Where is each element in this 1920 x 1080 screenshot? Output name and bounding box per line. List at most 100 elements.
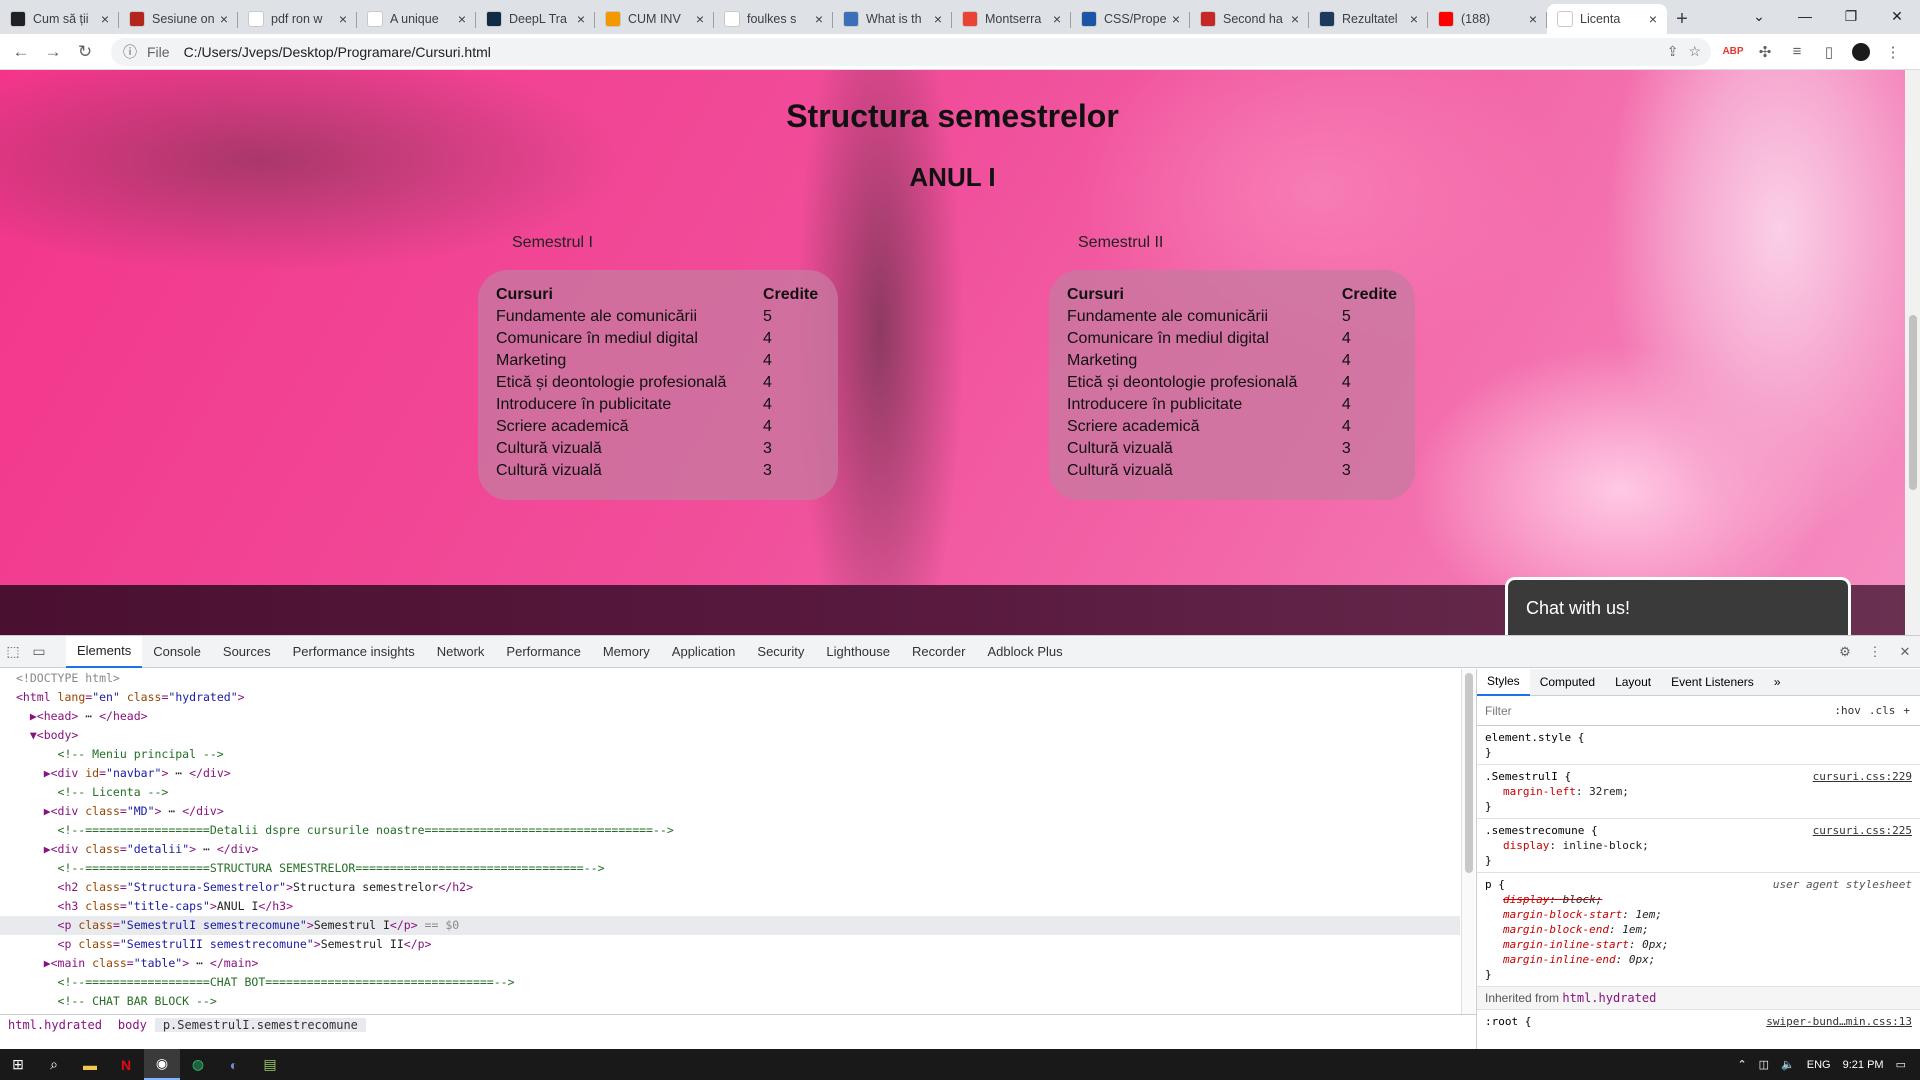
close-icon[interactable]: × [1645,11,1661,27]
tray-chevron-icon[interactable]: ⌃ [1737,1058,1746,1071]
breadcrumb-item[interactable]: body [110,1018,155,1032]
devtools-tab[interactable]: Performance [495,636,591,668]
browser-tab[interactable]: Second ha × [1190,4,1309,34]
dom-node-line[interactable]: <!-- Meniu principal --> [0,745,1460,764]
rule-source-link[interactable]: user agent stylesheet [1773,877,1912,892]
browser-tab[interactable]: foulkes s × [714,4,833,34]
close-icon[interactable]: × [1049,11,1065,27]
tab-search-button[interactable]: ⌄ [1736,0,1782,32]
css-property[interactable]: display: block; [1485,892,1912,907]
close-icon[interactable]: × [811,11,827,27]
browser-tab[interactable]: Cum să ții × [0,4,119,34]
close-window-button[interactable]: ✕ [1874,0,1920,32]
chat-widget-button[interactable]: Chat with us! [1505,577,1851,635]
dom-node-line[interactable]: <!--==================CHAT BOT==========… [0,973,1460,992]
discord-icon[interactable]: ◐ [216,1049,252,1080]
adblock-icon[interactable]: ABP [1717,46,1749,57]
dom-node-line[interactable]: <!DOCTYPE html> [0,669,1460,688]
url-text[interactable]: C:/Users/Jveps/Desktop/Programare/Cursur… [184,44,491,60]
info-icon[interactable]: ⓘ [123,42,137,62]
more-tabs-icon[interactable]: » [1764,669,1791,696]
dom-node-line[interactable]: ▶<main class="table"> ⋯ </main> [0,954,1460,973]
back-button[interactable]: ← [5,36,37,68]
scrollbar-thumb[interactable] [1909,315,1917,490]
browser-tab[interactable]: Montserra × [952,4,1071,34]
notepad-icon[interactable]: ▤ [252,1049,288,1080]
tray-clock[interactable]: 9:21 PM [1843,1059,1884,1071]
devtools-tab[interactable]: Sources [212,636,282,668]
more-options-icon[interactable]: ⋮ [1860,644,1890,660]
filter-option[interactable]: .cls [1869,704,1896,717]
devtools-tab[interactable]: Lighthouse [815,636,901,668]
app-icon[interactable]: ◍ [180,1049,216,1080]
filter-option[interactable]: + [1903,704,1910,717]
close-icon[interactable]: × [1287,11,1303,27]
css-property[interactable]: margin-block-end: 1em; [1485,922,1912,937]
omnibox[interactable]: ⓘ File C:/Users/Jveps/Desktop/Programare… [111,37,1711,66]
dom-node-line[interactable]: <h2 class="Structura-Semestrelor">Struct… [0,878,1460,897]
devtools-tab[interactable]: Adblock Plus [976,636,1073,668]
menu-icon[interactable]: ⋮ [1877,43,1909,61]
close-icon[interactable]: × [216,11,232,27]
close-icon[interactable]: × [1406,11,1422,27]
page-scrollbar[interactable] [1905,70,1920,635]
dom-node-line[interactable]: <h3 class="title-caps">ANUL I</h3> [0,897,1460,916]
browser-tab[interactable]: Rezultatel × [1309,4,1428,34]
dom-node-line[interactable]: ▶<div class="MD"> ⋯ </div> [0,802,1460,821]
rule-source-link[interactable]: swiper-bund…min.css:13 [1766,1014,1912,1029]
start-icon[interactable]: ⊞ [0,1049,36,1080]
rule-source-link[interactable]: cursuri.css:229 [1813,769,1912,784]
scrollbar-thumb[interactable] [1465,673,1473,873]
profile-avatar[interactable] [1845,42,1877,61]
styles-subtab[interactable]: Computed [1530,669,1605,696]
devtools-tab[interactable]: Memory [592,636,661,668]
dom-node-line[interactable]: <p class="SemestrulI semestrecomune">Sem… [0,916,1460,935]
browser-tab[interactable]: (188) × [1428,4,1547,34]
dom-node-line[interactable]: <!--==================STRUCTURA SEMESTRE… [0,859,1460,878]
css-property[interactable]: display: inline-block; [1485,838,1912,853]
browser-tab[interactable]: pdf ron w × [238,4,357,34]
css-property[interactable]: margin-left: 32rem; [1485,784,1912,799]
close-icon[interactable]: × [454,11,470,27]
netflix-icon[interactable]: N [108,1049,144,1080]
close-icon[interactable]: × [930,11,946,27]
close-icon[interactable]: × [1525,11,1541,27]
styles-subtab[interactable]: Event Listeners [1661,669,1764,696]
side-panel-icon[interactable]: ▯ [1813,43,1845,61]
close-icon[interactable]: × [692,11,708,27]
styles-subtab[interactable]: Layout [1605,669,1661,696]
dom-node-line[interactable]: <html lang="en" class="hydrated"> [0,688,1460,707]
elements-scrollbar[interactable] [1461,669,1475,1014]
dom-node-line[interactable]: <p class="SemestrulII semestrecomune">Se… [0,935,1460,954]
browser-tab[interactable]: What is th × [833,4,952,34]
devtools-tab[interactable]: Network [426,636,496,668]
inspect-element-icon[interactable]: ⬚ [0,643,26,660]
close-devtools-icon[interactable]: ✕ [1890,644,1920,660]
dom-node-line[interactable]: <!-- CHAT BAR BLOCK --> [0,992,1460,1011]
browser-tab[interactable]: Licenta × [1547,4,1667,34]
share-icon[interactable]: ⇪ [1667,43,1679,60]
browser-tab[interactable]: A unique × [357,4,476,34]
chrome-icon[interactable]: ◉ [144,1049,180,1080]
inherited-from-link[interactable]: html.hydrated [1562,991,1656,1005]
styles-filter-input[interactable]: Filter [1485,704,1512,718]
dom-node-line[interactable]: ▶<head> ⋯ </head> [0,707,1460,726]
browser-tab[interactable]: CUM INV × [595,4,714,34]
minimize-button[interactable]: — [1782,0,1828,32]
tray-network-icon[interactable]: ◫ [1759,1058,1769,1071]
dom-node-line[interactable]: ▶<div class="detalii"> ⋯ </div> [0,840,1460,859]
dom-node-line[interactable]: ▼<body> [0,726,1460,745]
extensions-icon[interactable]: ✣ [1749,43,1781,61]
styles-subtab[interactable]: Styles [1477,668,1530,696]
close-icon[interactable]: × [97,11,113,27]
new-tab-button[interactable]: + [1667,4,1697,34]
browser-tab[interactable]: Sesiune on × [119,4,238,34]
filter-option[interactable]: :hov [1834,704,1861,717]
dom-node-line[interactable]: <!-- Licenta --> [0,783,1460,802]
devtools-tab[interactable]: Elements [66,635,143,668]
settings-gear-icon[interactable]: ⚙ [1830,644,1860,660]
dom-node-line[interactable]: ▶<div id="navbar"> ⋯ </div> [0,764,1460,783]
device-toolbar-icon[interactable]: ▭ [26,643,52,660]
devtools-tab[interactable]: Security [746,636,815,668]
reload-button[interactable]: ↻ [69,36,101,68]
